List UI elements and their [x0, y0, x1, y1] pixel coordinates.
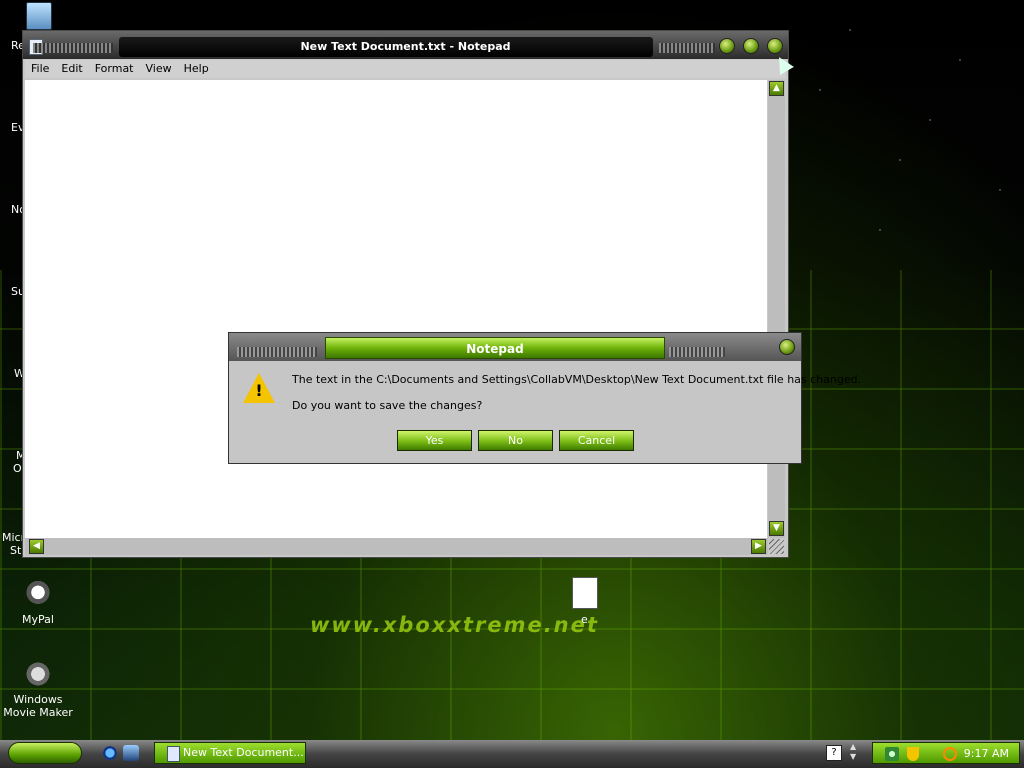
dialog-title: Notepad — [466, 342, 524, 356]
taskbar-item-notepad[interactable]: New Text Document... — [154, 742, 306, 764]
show-desktop-icon[interactable] — [123, 745, 139, 761]
minimize-button[interactable] — [719, 38, 735, 54]
film-reel-shortcut-icon — [22, 658, 54, 690]
search-icon[interactable] — [943, 747, 957, 761]
scroll-right-icon[interactable]: ▶ — [751, 539, 766, 554]
cancel-button[interactable]: Cancel — [559, 430, 634, 451]
notepad-app-icon — [167, 746, 180, 762]
taskbar: New Text Document... ? ▲ ▼ 9:17 AM — [0, 740, 1024, 768]
close-button[interactable] — [767, 38, 783, 54]
yes-button[interactable]: Yes — [397, 430, 472, 451]
menu-help[interactable]: Help — [178, 60, 215, 75]
title-grip — [669, 347, 725, 357]
horizontal-scrollbar[interactable]: ◀ ▶ — [25, 538, 768, 555]
text-edit-area[interactable] — [25, 80, 767, 538]
clock[interactable]: 9:17 AM — [964, 747, 1009, 760]
title-grip — [237, 347, 317, 357]
dialog-message: The text in the C:\Documents and Setting… — [292, 373, 862, 386]
dialog-question: Do you want to save the changes? — [292, 399, 483, 412]
scroll-left-icon[interactable]: ◀ — [29, 539, 44, 554]
menu-format[interactable]: Format — [89, 60, 140, 75]
menu-bar: File Edit Format View Help — [25, 60, 786, 78]
taskbar-item-label: New Text Document... — [183, 746, 304, 759]
title-grip — [659, 43, 715, 53]
resize-grip-icon[interactable] — [769, 539, 784, 554]
desktop-icon-mypal[interactable]: MyPal — [0, 578, 76, 626]
desktop-icon-label: Windows Movie Maker — [3, 693, 73, 719]
vertical-scrollbar[interactable]: ▲ ▼ — [768, 80, 785, 538]
raccoon-shortcut-icon — [22, 578, 54, 610]
desktop-icon-label[interactable]: e — [581, 613, 588, 626]
network-icon[interactable] — [885, 747, 899, 761]
maximize-button[interactable] — [743, 38, 759, 54]
system-tray: 9:17 AM — [872, 742, 1020, 764]
text-file-icon[interactable] — [572, 577, 598, 609]
desktop-icon-label-partial[interactable]: O — [13, 462, 22, 475]
notepad-title-bar[interactable]: New Text Document.txt - Notepad — [23, 31, 788, 59]
notepad-window[interactable]: New Text Document.txt - Notepad File Edit… — [22, 30, 789, 558]
no-button[interactable]: No — [478, 430, 553, 451]
desktop-icon-label: MyPal — [22, 613, 54, 626]
security-shield-icon[interactable] — [907, 747, 919, 761]
help-icon[interactable]: ? — [826, 745, 842, 761]
internet-explorer-icon[interactable] — [102, 745, 118, 761]
dialog-title-bar[interactable]: Notepad — [229, 333, 801, 361]
recycle-bin-icon[interactable] — [26, 2, 52, 30]
wallpaper-text: www.xboxxtreme.net — [310, 613, 599, 637]
chevron-icon[interactable]: ▲ ▼ — [850, 742, 860, 762]
warning-icon-mark: ! — [255, 381, 263, 400]
scroll-down-icon[interactable]: ▼ — [769, 521, 784, 536]
scroll-up-icon[interactable]: ▲ — [769, 81, 784, 96]
start-button[interactable] — [8, 742, 82, 764]
menu-file[interactable]: File — [25, 60, 55, 75]
save-changes-dialog[interactable]: Notepad ! The text in the C:\Documents a… — [228, 332, 861, 464]
menu-edit[interactable]: Edit — [55, 60, 88, 75]
menu-view[interactable]: View — [140, 60, 178, 75]
close-button[interactable] — [779, 339, 795, 355]
desktop-icon-movie-maker[interactable]: Windows Movie Maker — [0, 658, 76, 719]
